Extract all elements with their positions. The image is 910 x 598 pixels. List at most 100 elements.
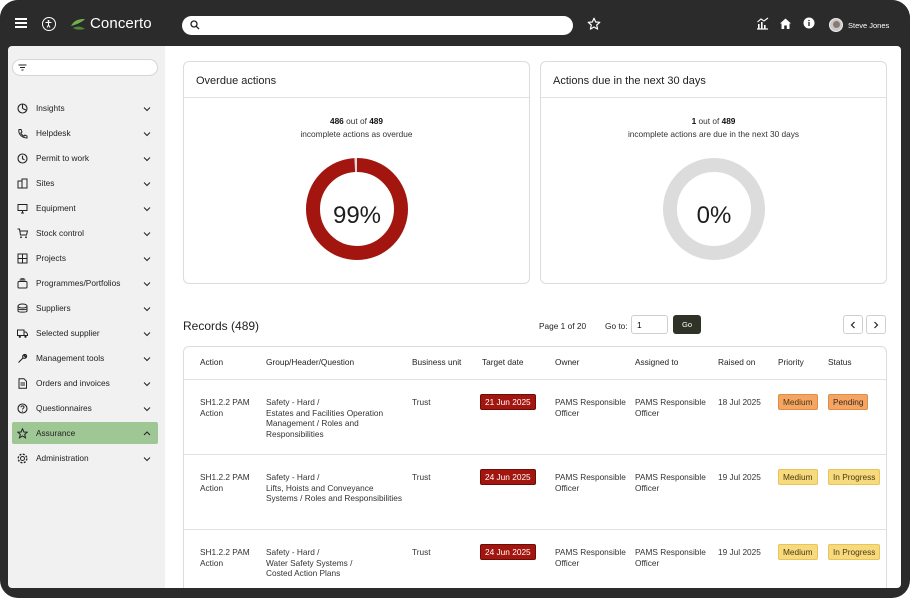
sidebar-item-label: Suppliers xyxy=(36,303,71,313)
due-percent: 0% xyxy=(696,202,732,229)
column-header-business-unit[interactable]: Business unit xyxy=(412,357,461,367)
sidebar-item-label: Projects xyxy=(36,253,66,263)
sidebar-item-label: Insights xyxy=(36,103,65,113)
sidebar-item-selected-supplier[interactable]: Selected supplier xyxy=(12,322,158,344)
overdue-total: 489 xyxy=(369,116,384,126)
sidebar-item-assurance[interactable]: Assurance xyxy=(12,422,158,444)
chevron-down-icon xyxy=(143,180,151,187)
sidebar-item-insights[interactable]: Insights xyxy=(12,97,158,119)
table-row[interactable]: SH1.2.2 PAM Action Safety - Hard / Lifts, H… xyxy=(184,455,886,530)
sidebar-item-helpdesk[interactable]: Helpdesk xyxy=(12,122,158,144)
search-input[interactable] xyxy=(204,18,564,33)
cell-raised-on: 19 Jul 2025 xyxy=(718,547,761,557)
cell-assigned-to: PAMS Responsible Officer xyxy=(635,472,706,493)
favourite-star-icon[interactable] xyxy=(587,17,601,31)
column-header-owner[interactable]: Owner xyxy=(555,357,579,367)
analytics-icon[interactable] xyxy=(756,17,769,30)
sidebar-item-label: Equipment xyxy=(36,203,76,213)
accessibility-icon[interactable] xyxy=(42,17,56,31)
column-header-assigned-to[interactable]: Assigned to xyxy=(635,357,678,367)
hamburger-menu-icon[interactable] xyxy=(15,18,27,28)
sidebar-item-questionnaires[interactable]: Questionnaires xyxy=(12,397,158,419)
home-icon[interactable] xyxy=(779,17,792,30)
due-count: 1 xyxy=(691,116,697,126)
overdue-donut-chart: 99% xyxy=(305,157,409,263)
column-header-action[interactable]: Action xyxy=(200,357,223,367)
chevron-down-icon xyxy=(143,130,151,137)
records-title: Records (489) xyxy=(183,319,260,333)
sidebar-item-orders-and-invoices[interactable]: Orders and invoices xyxy=(12,372,158,394)
sidebar-filter[interactable] xyxy=(12,59,158,76)
sidebar-item-sites[interactable]: Sites xyxy=(12,172,158,194)
cell-owner: PAMS Responsible Officer xyxy=(555,547,626,568)
go-button[interactable]: Go xyxy=(673,315,701,334)
cell-assigned-to: PAMS Responsible Officer xyxy=(635,397,706,418)
sidebar-item-label: Sites xyxy=(36,178,55,188)
sidebar-item-label: Programmes/Portfolios xyxy=(36,278,121,288)
previous-page-button[interactable] xyxy=(843,315,863,334)
sidebar-item-label: Orders and invoices xyxy=(36,378,110,388)
avatar xyxy=(829,18,843,32)
chevron-down-icon xyxy=(143,230,151,237)
column-header-raised-on[interactable]: Raised on xyxy=(718,357,755,367)
user-menu[interactable]: Steve Jones xyxy=(829,18,889,32)
sidebar-item-label: Questionnaires xyxy=(36,403,92,413)
sidebar-item-label: Administration xyxy=(36,453,89,463)
column-header-target-date[interactable]: Target date xyxy=(482,357,524,367)
goto-page-input[interactable] xyxy=(631,315,668,334)
sidebar-item-equipment[interactable]: Equipment xyxy=(12,197,158,219)
sidebar-item-administration[interactable]: Administration xyxy=(12,447,158,469)
column-header-priority[interactable]: Priority xyxy=(778,357,804,367)
sidebar-item-programmes-portfolios[interactable]: Programmes/Portfolios xyxy=(12,272,158,294)
due-total: 489 xyxy=(721,116,736,126)
sidebar-item-label: Management tools xyxy=(36,353,105,363)
out-of-text: out of xyxy=(346,116,367,126)
cell-raised-on: 18 Jul 2025 xyxy=(718,397,761,407)
overdue-count-line: 486 out of 489 xyxy=(184,116,529,126)
sidebar-item-suppliers[interactable]: Suppliers xyxy=(12,297,158,319)
clock-icon xyxy=(17,152,28,164)
sidebar-item-label: Selected supplier xyxy=(36,328,100,338)
cell-assigned-to: PAMS Responsible Officer xyxy=(635,547,706,568)
global-search[interactable] xyxy=(182,16,573,35)
coins-icon xyxy=(17,303,28,314)
status-badge: In Progress xyxy=(828,469,881,485)
column-header-status[interactable]: Status xyxy=(828,357,852,367)
insights-icon xyxy=(17,102,28,114)
sidebar-item-stock-control[interactable]: Stock control xyxy=(12,222,158,244)
cell-owner: PAMS Responsible Officer xyxy=(555,472,626,493)
cell-business-unit: Trust xyxy=(412,472,431,482)
next-page-button[interactable] xyxy=(866,315,886,334)
cell-business-unit: Trust xyxy=(412,397,431,407)
question-icon xyxy=(17,402,28,414)
sidebar-item-permit-to-work[interactable]: Permit to work xyxy=(12,147,158,169)
document-icon xyxy=(17,377,28,389)
due-count-line: 1 out of 489 xyxy=(541,116,886,126)
target-date-badge: 21 Jun 2025 xyxy=(480,394,536,410)
cart-icon xyxy=(17,228,28,239)
chevron-down-icon xyxy=(143,455,151,462)
top-bar: Concerto Steve Jones xyxy=(0,0,910,46)
sidebar: Insights Helpdesk Permit to work Sites Equip… xyxy=(8,46,165,588)
chevron-up-icon xyxy=(143,430,151,437)
sidebar-item-management-tools[interactable]: Management tools xyxy=(12,347,158,369)
table-row[interactable]: SH1.2.2 PAM Action Safety - Hard / Estates … xyxy=(184,380,886,455)
sidebar-item-projects[interactable]: Projects xyxy=(12,247,158,269)
chevron-down-icon xyxy=(143,380,151,387)
column-header-group-header-question[interactable]: Group/Header/Question xyxy=(266,357,354,367)
phone-icon xyxy=(17,128,28,139)
table-row[interactable]: SH1.2.2 PAM Action Safety - Hard / Water Sa… xyxy=(184,530,886,588)
concerto-logo[interactable]: Concerto xyxy=(70,15,152,32)
chevron-right-icon xyxy=(874,321,879,328)
info-icon[interactable] xyxy=(803,17,815,29)
app-name: Concerto xyxy=(90,15,152,32)
chevron-down-icon xyxy=(143,205,151,212)
out-of-text: out of xyxy=(698,116,720,126)
chevron-down-icon xyxy=(143,330,151,337)
main-content: Overdue actions 486 out of 489 incomplet… xyxy=(165,46,901,588)
cell-owner: PAMS Responsible Officer xyxy=(555,397,626,418)
chevron-down-icon xyxy=(143,255,151,262)
sidebar-item-label: Assurance xyxy=(36,428,76,438)
priority-badge: Medium xyxy=(778,544,818,560)
chevron-down-icon xyxy=(143,305,151,312)
